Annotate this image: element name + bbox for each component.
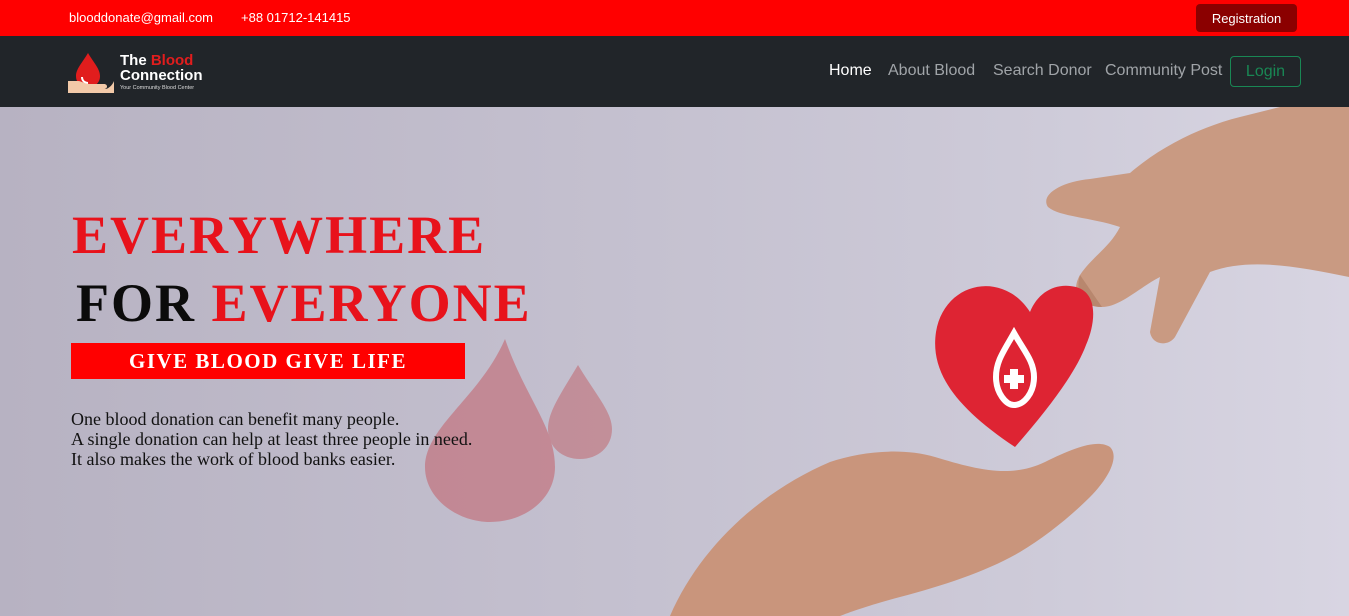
brand-line1: The Blood [120,52,194,69]
description-line: A single donation can help at least thre… [71,429,473,449]
blood-drop-hand-icon [68,53,114,93]
contact-email[interactable]: blooddonate@gmail.com [69,10,213,25]
description-line: It also makes the work of blood banks ea… [71,449,396,469]
main-navbar: The Blood Connection Your Community Bloo… [0,36,1349,107]
hero-description: One blood donation can benefit many peop… [71,409,472,469]
registration-button[interactable]: Registration [1196,4,1297,32]
nav-community-post[interactable]: Community Post [1105,62,1222,80]
heading-word-for: FOR [76,273,196,333]
hero-heading-line2: FOR EVERYONE [76,275,532,331]
contact-phone[interactable]: +88 01712-141415 [241,10,351,25]
login-button[interactable]: Login [1230,56,1301,87]
hero-heading-line1: EVERYWHERE [72,205,487,265]
top-contact-bar: blooddonate@gmail.com +88 01712-141415 R… [0,0,1349,36]
brand-logo[interactable]: The Blood Connection Your Community Bloo… [66,51,226,95]
description-line: One blood donation can benefit many peop… [71,409,400,429]
hero-banner: EVERYWHERE FOR EVERYONE GIVE BLOOD GIVE … [0,107,1349,616]
nav-about-blood[interactable]: About Blood [888,62,975,80]
nav-home[interactable]: Home [829,62,872,80]
brand-line2: Connection [120,67,203,84]
hero-tagline-badge: GIVE BLOOD GIVE LIFE [71,343,465,379]
nav-search-donor[interactable]: Search Donor [993,62,1092,80]
receiving-hand [670,443,1114,616]
red-heart-icon [935,285,1094,447]
heading-word-everyone: EVERYONE [211,273,532,333]
brand-tagline: Your Community Blood Center [120,85,195,91]
